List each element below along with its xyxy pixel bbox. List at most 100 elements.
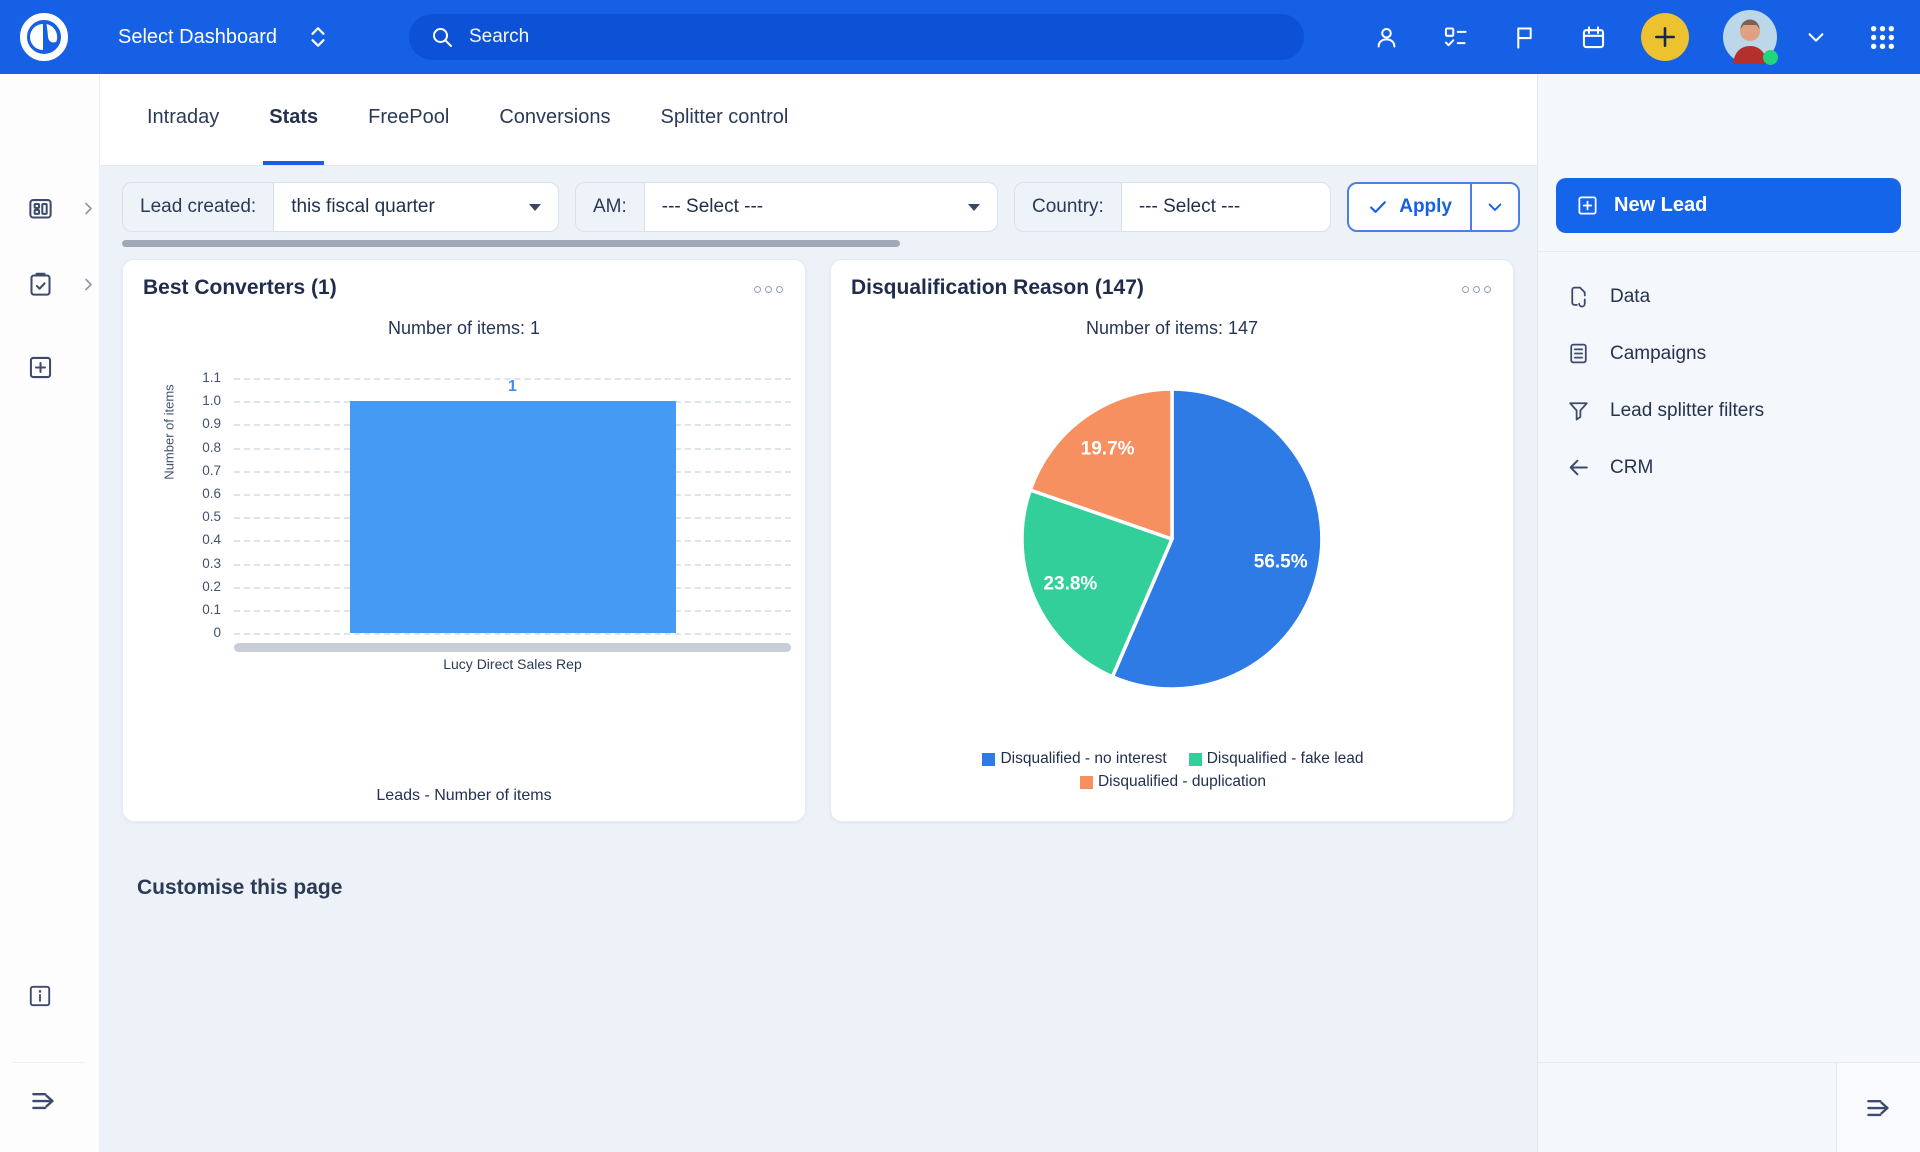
- filter-pill-am[interactable]: AM: --- Select ---: [575, 182, 998, 232]
- expand-sidebar-icon[interactable]: [27, 1086, 61, 1116]
- avatar[interactable]: [1723, 10, 1777, 64]
- pie-chart: 56.5% 23.8% 19.7%: [1007, 374, 1337, 704]
- apps-grid-icon[interactable]: [1869, 24, 1896, 51]
- bar-value-label: 1: [473, 378, 553, 396]
- plus-icon: [1652, 24, 1678, 50]
- tab-stats[interactable]: Stats: [263, 74, 324, 165]
- card-title: Best Converters (1): [143, 276, 337, 300]
- kebab-menu-icon[interactable]: [1462, 286, 1491, 293]
- pie-legend: Disqualified - no interest Disqualified -…: [913, 750, 1433, 791]
- square-plus-icon[interactable]: [27, 354, 54, 381]
- filter-value: --- Select ---: [1139, 196, 1240, 218]
- x-category-label: Lucy Direct Sales Rep: [363, 656, 663, 672]
- filter-pill-country[interactable]: Country: --- Select ---: [1014, 182, 1331, 232]
- tab-freepool[interactable]: FreePool: [362, 74, 455, 165]
- legend-marker: [1080, 776, 1093, 789]
- legend-label: Disqualified - fake lead: [1207, 750, 1364, 768]
- tasks-icon[interactable]: [1442, 24, 1469, 51]
- legend-marker: [1189, 753, 1202, 766]
- apply-dropdown-chevron-icon[interactable]: [1472, 184, 1518, 230]
- widgets-row: Best Converters (1) Number of items: 1 N…: [100, 259, 1537, 822]
- panel-menu: Data Campaigns Lead splitter filtersCRM: [1538, 268, 1920, 496]
- panel-item-crm[interactable]: CRM: [1538, 439, 1920, 496]
- legend-item-disqualified-no-interest[interactable]: Disqualified - no interest: [982, 750, 1166, 768]
- apply-button-group: Apply: [1347, 182, 1520, 232]
- quick-add-button[interactable]: [1641, 13, 1689, 61]
- check-icon: [1367, 196, 1389, 218]
- y-tick-label: 0.3: [171, 556, 221, 572]
- filter-label: Country:: [1015, 183, 1122, 231]
- chevron-down-icon[interactable]: [1805, 26, 1827, 48]
- panel-footer: [1538, 1062, 1920, 1152]
- legend-item-disqualified-fake-lead[interactable]: Disqualified - fake lead: [1189, 750, 1364, 768]
- sidebar-divider: [12, 1062, 85, 1063]
- filter-select[interactable]: this fiscal quarter: [274, 183, 558, 231]
- tab-strip: Intraday Stats FreePool Conversions Splitter…: [100, 74, 1537, 166]
- app-logo-icon[interactable]: [18, 11, 70, 63]
- bar-lucy-direct-sales-rep[interactable]: [350, 401, 676, 633]
- filters-scrollbar[interactable]: [122, 240, 900, 247]
- topbar: Select Dashboard Search: [0, 0, 1920, 74]
- gridline: [234, 633, 791, 635]
- tab-splitter-control[interactable]: Splitter control: [655, 74, 795, 165]
- filter-label: Lead created:: [123, 183, 274, 231]
- online-status-dot: [1763, 50, 1778, 65]
- search-input[interactable]: Search: [409, 14, 1304, 60]
- new-lead-button[interactable]: New Lead: [1556, 178, 1901, 233]
- y-tick-label: 0: [171, 625, 221, 641]
- filter-label: AM:: [576, 183, 645, 231]
- customise-page-link[interactable]: Customise this page: [137, 876, 342, 900]
- disqualification-reason-card: Disqualification Reason (147) Number of …: [830, 259, 1514, 822]
- tab-conversions[interactable]: Conversions: [493, 74, 616, 165]
- kebab-menu-icon[interactable]: [754, 286, 783, 293]
- file-icon: [1566, 284, 1591, 309]
- y-tick-label: 1.1: [171, 370, 221, 386]
- tab-intraday[interactable]: Intraday: [141, 74, 225, 165]
- filter-value: --- Select ---: [662, 196, 763, 218]
- card-title: Disqualification Reason (147): [851, 276, 1144, 300]
- calendar-icon[interactable]: [1580, 24, 1607, 51]
- filter-select[interactable]: --- Select ---: [645, 183, 997, 231]
- flag-icon[interactable]: [1511, 24, 1538, 51]
- y-tick-label: 0.7: [171, 463, 221, 479]
- panel-item-label: Data: [1610, 286, 1650, 308]
- y-tick-label: 1.0: [171, 393, 221, 409]
- y-tick-label: 0.1: [171, 602, 221, 618]
- clipboard-check-icon[interactable]: [27, 271, 54, 298]
- legend-label: Disqualified - no interest: [1000, 750, 1166, 768]
- expand-panel-icon[interactable]: [1836, 1063, 1920, 1152]
- sort-chevrons-icon: [307, 24, 329, 50]
- filter-value: this fiscal quarter: [291, 196, 435, 218]
- chart-scrollbar[interactable]: [234, 643, 791, 652]
- chart-footer-label: Leads - Number of items: [123, 787, 805, 805]
- y-tick-label: 0.8: [171, 440, 221, 456]
- doc-lines-icon: [1566, 341, 1591, 366]
- panel-item-data[interactable]: Data: [1538, 268, 1920, 325]
- chevron-right-icon[interactable]: [81, 277, 96, 292]
- chevron-right-icon[interactable]: [81, 201, 96, 216]
- pie-slice-value-label: 19.7%: [1081, 439, 1135, 460]
- panel-item-campaigns[interactable]: Campaigns: [1538, 325, 1920, 382]
- pie-slice-value-label: 56.5%: [1254, 552, 1308, 573]
- search-icon: [430, 25, 454, 49]
- filter-select[interactable]: --- Select ---: [1122, 183, 1330, 231]
- apply-button[interactable]: Apply: [1349, 184, 1470, 230]
- filter-pills: Lead created: this fiscal quarter AM: --- S…: [122, 182, 1331, 232]
- square-plus-icon: [1576, 194, 1599, 217]
- dashboard-icon[interactable]: [27, 195, 54, 222]
- dashboard-selector[interactable]: Select Dashboard: [118, 24, 329, 50]
- right-panel: New Lead Data Campaigns Lead splitter filt…: [1537, 74, 1920, 1152]
- panel-item-lead-splitter-filters[interactable]: Lead splitter filters: [1538, 382, 1920, 439]
- card-subtitle: Number of items: 1: [123, 318, 805, 339]
- main-content: Intraday Stats FreePool Conversions Splitter…: [100, 74, 1537, 1152]
- arrow-left-icon: [1566, 455, 1591, 480]
- panel-item-label: Campaigns: [1610, 343, 1706, 365]
- info-icon[interactable]: [27, 983, 53, 1009]
- person-icon[interactable]: [1373, 24, 1400, 51]
- panel-divider: [1538, 251, 1920, 252]
- legend-item-disqualified-duplication[interactable]: Disqualified - duplication: [1080, 773, 1266, 791]
- pie-slice-value-label: 23.8%: [1043, 574, 1097, 595]
- card-subtitle: Number of items: 147: [831, 318, 1513, 339]
- filter-pill-lead-created[interactable]: Lead created: this fiscal quarter: [122, 182, 559, 232]
- y-tick-label: 0.6: [171, 486, 221, 502]
